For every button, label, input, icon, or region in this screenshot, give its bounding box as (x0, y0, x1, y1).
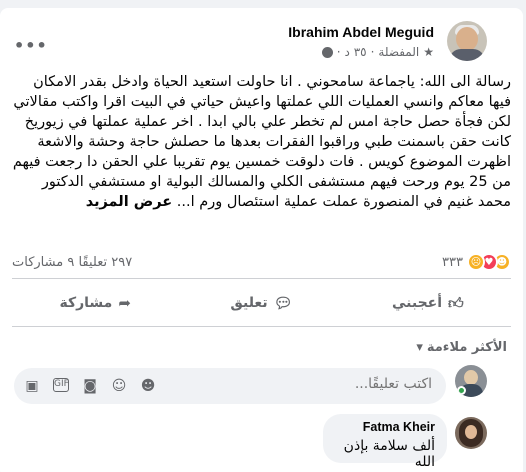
author-avatar[interactable] (447, 21, 487, 61)
post-meta: ★ المفضلة · ٣٥ د · (321, 45, 434, 59)
post-time[interactable]: ٣٥ د (345, 45, 367, 59)
post-body: رسالة الى الله: ياجماعة سامحوني . انا حا… (12, 72, 511, 212)
gif-icon[interactable]: GIF (53, 378, 69, 392)
comment-icon: 💬︎ (273, 294, 293, 312)
favorites-star-icon: ★ (423, 45, 434, 59)
thumbs-up-icon: 👍︎ (448, 293, 464, 312)
avatar-sticker-icon[interactable]: ☻ (140, 378, 156, 394)
post-card: Ibrahim Abdel Meguid ★ المفضلة · ٣٥ د · … (0, 8, 523, 472)
reactions-count[interactable]: ٣٣٣ (442, 255, 463, 270)
post-header: Ibrahim Abdel Meguid ★ المفضلة · ٣٥ د · … (0, 18, 523, 68)
post-stats: ☻ ♥ ☹ ٣٣٣ ٢٩٧ تعليقًا ٩ مشاركات (12, 253, 511, 273)
reactions-summary[interactable]: ☻ ♥ ☹ ٣٣٣ (442, 253, 511, 271)
chevron-down-icon: ▾ (416, 340, 423, 355)
post-menu-icon[interactable]: ••• (14, 36, 48, 55)
globe-icon (321, 46, 333, 58)
divider (12, 326, 511, 327)
author-name[interactable]: Ibrahim Abdel Meguid (288, 24, 434, 40)
commenter-avatar[interactable] (455, 417, 487, 449)
comment-input[interactable] (312, 376, 432, 392)
share-button[interactable]: ➦ مشاركة (12, 286, 178, 320)
divider (12, 278, 511, 279)
like-button[interactable]: 👍︎ أعجبني (345, 286, 511, 320)
comment-author[interactable]: Fatma Kheir (335, 420, 435, 434)
share-icon: ➦ (118, 294, 131, 312)
see-more-link[interactable]: عرض المزيد (86, 194, 172, 210)
comment-label: تعليق (230, 295, 268, 311)
comment-composer[interactable]: ▣ GIF ◙ ☺ ☻ (14, 368, 446, 404)
sticker-icon[interactable]: ▣ (24, 378, 40, 394)
post-text: رسالة الى الله: ياجماعة سامحوني . انا حا… (12, 74, 511, 210)
online-status-icon (457, 386, 466, 395)
share-label: مشاركة (59, 295, 113, 311)
camera-icon[interactable]: ◙ (82, 378, 98, 394)
comment-button[interactable]: 💬︎ تعليق (178, 286, 344, 320)
post-actions: 👍︎ أعجبني 💬︎ تعليق ➦ مشاركة (12, 286, 511, 320)
sort-label: الأكثر ملاءمة (426, 340, 507, 355)
comment-bubble: Fatma Kheir ألف سلامة بإذن الله (323, 414, 447, 470)
audience-label[interactable]: المفضلة (378, 45, 419, 59)
like-label: أعجبني (391, 295, 443, 311)
sad-reaction-icon: ☹ (467, 253, 485, 271)
composer-tools: ▣ GIF ◙ ☺ ☻ (24, 378, 156, 394)
comment-text: ألف سلامة بإذن الله (343, 438, 435, 470)
comment-sort-dropdown[interactable]: الأكثر ملاءمة ▾ (416, 340, 507, 355)
comments-shares-count[interactable]: ٢٩٧ تعليقًا ٩ مشاركات (12, 255, 132, 270)
current-user-avatar[interactable] (455, 365, 487, 397)
emoji-icon[interactable]: ☺ (111, 378, 127, 394)
